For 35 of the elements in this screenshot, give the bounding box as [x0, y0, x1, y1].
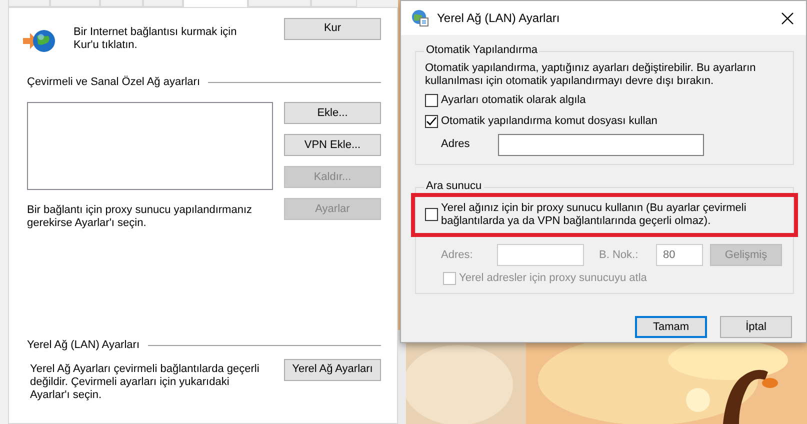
action-button[interactable]: VPN Ekle...: [284, 134, 381, 156]
lan-note: Yerel Ağ Ayarları çevirmeli bağlantılarda geçerli değildir. Çevirmeli ayarları için yukarıdaki Ayarlar'ı seçin.: [30, 362, 260, 402]
checkbox-label: Yerel adresler için proxy sunucuyu atla: [459, 272, 647, 286]
window-title: Yerel Ağ (LAN) Ayarları: [437, 10, 560, 26]
action-button[interactable]: Ekle...: [284, 102, 381, 124]
field-label: Adres: [441, 138, 471, 152]
section-title: Yerel Ağ (LAN) Ayarları: [27, 338, 140, 352]
vpn-note: Bir bağlantı için proxy sunucu yapılandırmanız gerekirse Ayarlar'ı seçin.: [27, 204, 254, 231]
address-field[interactable]: [498, 134, 704, 156]
checkbox-label: Otomatik yapılandırma komut dosyası kullan: [441, 115, 658, 128]
dialog-button[interactable]: Tamam: [635, 316, 707, 338]
tab[interactable]: [50, 0, 100, 7]
close-icon[interactable]: [781, 12, 794, 24]
tab[interactable]: [183, 0, 248, 7]
network-settings-icon: [411, 9, 429, 27]
tab[interactable]: [100, 0, 143, 7]
auto-config-description: Otomatik yapılandırma, yaptığınız ayarları değiştirebilir. Bu ayarların kullanılması için otomatik yapılandırmayı devre dışı bırakın.: [425, 62, 757, 88]
setup-text: Bir Internet bağlantısı kurmak için Kur'u tıklatın.: [74, 26, 238, 52]
checkbox-label: Ayarları otomatik olarak algıla: [441, 94, 586, 108]
field-label: Adres:: [441, 248, 474, 262]
tab[interactable]: [248, 0, 311, 7]
connection-list[interactable]: [27, 102, 273, 190]
globe-icon: [23, 28, 57, 54]
setup-button[interactable]: Kur: [284, 18, 381, 40]
dialog-button[interactable]: İptal: [720, 316, 792, 338]
tab[interactable]: [143, 0, 183, 7]
group-title: Otomatik Yapılandırma: [424, 44, 540, 58]
section-title: Çevirmeli ve Sanal Özel Ağ ayarları: [27, 76, 200, 90]
field-label: B. Nok.:: [599, 248, 640, 262]
checkbox-label: Yerel ağınız için bir proxy sunucu kullanın (Bu ayarlar çevirmeli bağlantılarda ya da VPN bağlantılarında geçerli olmaz).: [441, 202, 748, 228]
tab[interactable]: [8, 0, 50, 7]
tab[interactable]: [311, 0, 357, 7]
checkbox[interactable]: [425, 115, 438, 128]
lan-settings-button[interactable]: Yerel Ağ Ayarları: [284, 358, 381, 381]
checkbox[interactable]: [425, 94, 438, 107]
